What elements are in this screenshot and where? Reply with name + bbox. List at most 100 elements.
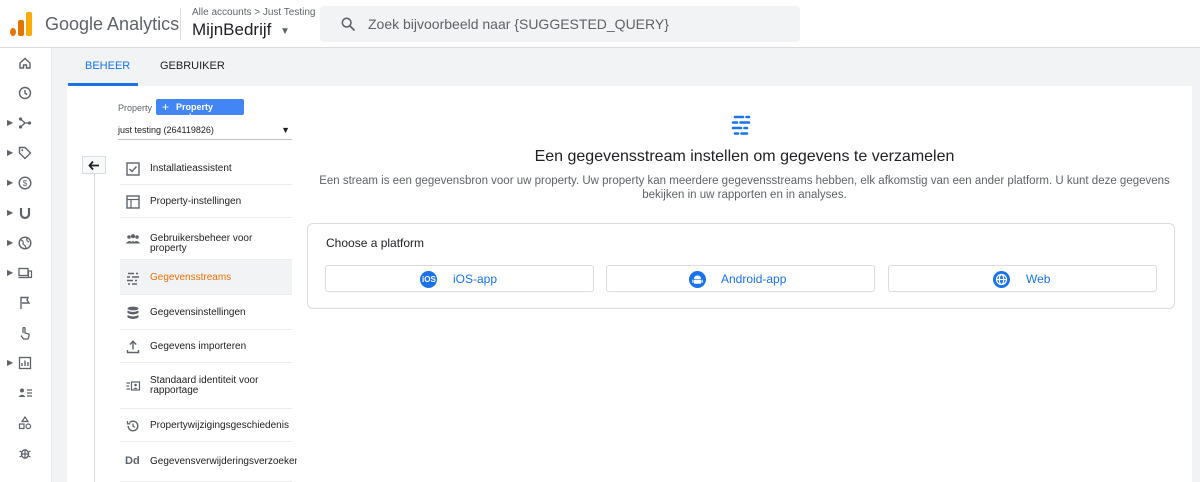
flag-icon — [20, 296, 31, 309]
upload-icon — [126, 340, 140, 354]
nav-item-history[interactable]: Propertywijzigingsgeschiedenis — [120, 409, 292, 442]
arrow-back-icon — [88, 160, 99, 171]
nav-item-checkbox[interactable]: Installatieassistent — [120, 152, 292, 185]
rail-item-branch[interactable]: ▶ — [0, 108, 52, 138]
web-globe-icon — [993, 271, 1010, 288]
user-list-icon — [18, 388, 32, 397]
history-icon — [126, 420, 139, 432]
rail-item-report[interactable]: ▶ — [0, 348, 52, 378]
ios-app-label: iOS-app — [453, 272, 498, 286]
clock-icon — [18, 86, 32, 100]
caret-down-icon: ▼ — [281, 125, 290, 135]
nav-item-label: Gegevensverwijderingsverzoeken — [150, 456, 301, 467]
header-divider — [180, 8, 181, 40]
page-title: Een gegevensstream instellen om gegevens… — [534, 148, 955, 165]
breadcrumb[interactable]: Alle accounts > Just Testing — [192, 7, 316, 18]
analytics-logo-icon[interactable] — [10, 12, 32, 36]
nav-item-label: Gegevensstreams — [150, 272, 232, 283]
search-bar[interactable] — [320, 6, 800, 42]
nav-item-label: Installatieassistent — [150, 163, 232, 174]
nav-item-label: Property-instellingen — [150, 196, 242, 207]
touch-icon — [20, 326, 30, 340]
nav-item-streams[interactable]: Gegevensstreams — [120, 260, 292, 295]
people-icon — [125, 234, 141, 244]
ios-app-button[interactable]: iOS iOS-app — [325, 265, 594, 292]
layout-icon — [126, 195, 140, 209]
bug-icon — [19, 449, 31, 459]
rail-item-bug[interactable] — [0, 438, 52, 468]
nav-tree-line — [94, 174, 95, 482]
platform-chooser-title: Choose a platform — [326, 236, 425, 250]
rail-item-clock[interactable] — [0, 78, 52, 108]
nav-item-people[interactable]: Gebruikersbeheer voor property — [120, 218, 292, 260]
checkbox-icon — [126, 162, 140, 176]
property-label: Property — [118, 103, 153, 113]
rail-item-tag[interactable]: ▶ — [0, 138, 52, 168]
search-input[interactable] — [368, 14, 788, 34]
rail-item-devices[interactable]: ▶ — [0, 258, 52, 288]
nav-item-label: Propertywijzigingsgeschiedenis — [150, 420, 289, 431]
back-button[interactable] — [82, 156, 106, 174]
nav-item-label: Gegevensinstellingen — [150, 307, 246, 318]
create-property-label: Property maken — [176, 102, 214, 122]
account-picker[interactable]: MijnBedrijf — [192, 20, 271, 40]
property-select[interactable]: just testing (264119826) ▼ — [118, 124, 292, 140]
caret-right-icon[interactable]: ▶ — [7, 148, 13, 157]
nav-item-identity[interactable]: Standaard identiteit voor rapportage — [120, 363, 292, 409]
rail-item-flag[interactable] — [0, 288, 52, 318]
nav-item-dd[interactable]: Dd Gegevensverwijderingsverzoeken — [120, 442, 300, 482]
rail-item-shapes[interactable] — [0, 408, 52, 438]
data-stream-icon — [731, 115, 751, 135]
dollar-icon: $ — [18, 176, 32, 190]
caret-right-icon[interactable]: ▶ — [7, 118, 13, 127]
platform-chooser: Choose a platform iOS iOS-app Android-ap… — [307, 223, 1175, 309]
svg-text:$: $ — [23, 179, 28, 188]
caret-right-icon[interactable]: ▶ — [7, 178, 13, 187]
page-description: Een stream is een gegevensbron voor uw p… — [319, 175, 1170, 201]
property-admin-panel: Property + Property maken just testing (… — [67, 86, 300, 482]
android-app-label: Android-app — [721, 272, 787, 286]
rail-item-globe[interactable]: ▶ — [0, 228, 52, 258]
app-title: Google Analytics — [45, 14, 180, 34]
create-property-button[interactable]: + Property maken — [156, 99, 244, 122]
web-button[interactable]: Web — [888, 265, 1157, 292]
rail-item-home[interactable] — [0, 48, 52, 78]
branch-icon — [18, 117, 32, 129]
tab-beheer[interactable]: BEHEER — [85, 60, 130, 72]
caret-right-icon[interactable]: ▶ — [7, 268, 13, 277]
dd-icon: Dd — [125, 455, 140, 467]
search-icon — [341, 17, 355, 31]
rail-item-user-list[interactable] — [0, 378, 52, 408]
shapes-icon — [18, 415, 32, 430]
caret-down-icon[interactable]: ▼ — [280, 26, 290, 37]
caret-right-icon[interactable]: ▶ — [7, 208, 13, 217]
tab-gebruiker[interactable]: GEBRUIKER — [160, 60, 225, 72]
home-icon — [19, 57, 31, 69]
nav-item-upload[interactable]: Gegevens importeren — [120, 330, 292, 363]
tag-icon — [18, 146, 32, 160]
rail-item-dollar[interactable]: ▶ $ — [0, 168, 52, 198]
ios-icon: iOS — [420, 271, 437, 288]
rail-item-touch[interactable] — [0, 318, 52, 348]
admin-tabs: BEHEER GEBRUIKER — [52, 48, 1200, 86]
magnet-icon — [19, 208, 31, 220]
database-icon — [127, 306, 139, 319]
top-app-bar: Google Analytics Alle accounts > Just Te… — [0, 0, 1200, 48]
nav-item-label: Standaard identiteit voor rapportage — [150, 375, 259, 396]
nav-item-label: Gegevens importeren — [150, 341, 247, 352]
caret-right-icon[interactable]: ▶ — [7, 358, 13, 367]
android-app-button[interactable]: Android-app — [606, 265, 875, 292]
caret-right-icon[interactable]: ▶ — [7, 238, 13, 247]
streams-icon — [127, 272, 139, 285]
report-icon — [18, 356, 32, 370]
property-select-value: just testing (264119826) — [118, 125, 214, 135]
data-streams-panel: Een gegevensstream instellen om gegevens… — [297, 86, 1192, 482]
rail-item-magnet[interactable]: ▶ — [0, 198, 52, 228]
identity-icon — [126, 381, 141, 391]
web-label: Web — [1026, 272, 1051, 286]
devices-icon — [18, 267, 33, 279]
nav-item-database[interactable]: Gegevensinstellingen — [120, 295, 292, 330]
nav-item-label: Gebruikersbeheer voor property — [150, 233, 253, 254]
nav-item-layout[interactable]: Property-instellingen — [120, 185, 292, 218]
left-nav-rail: ▶ ▶ ▶ $ ▶ ▶ ▶ ▶ — [0, 48, 52, 482]
